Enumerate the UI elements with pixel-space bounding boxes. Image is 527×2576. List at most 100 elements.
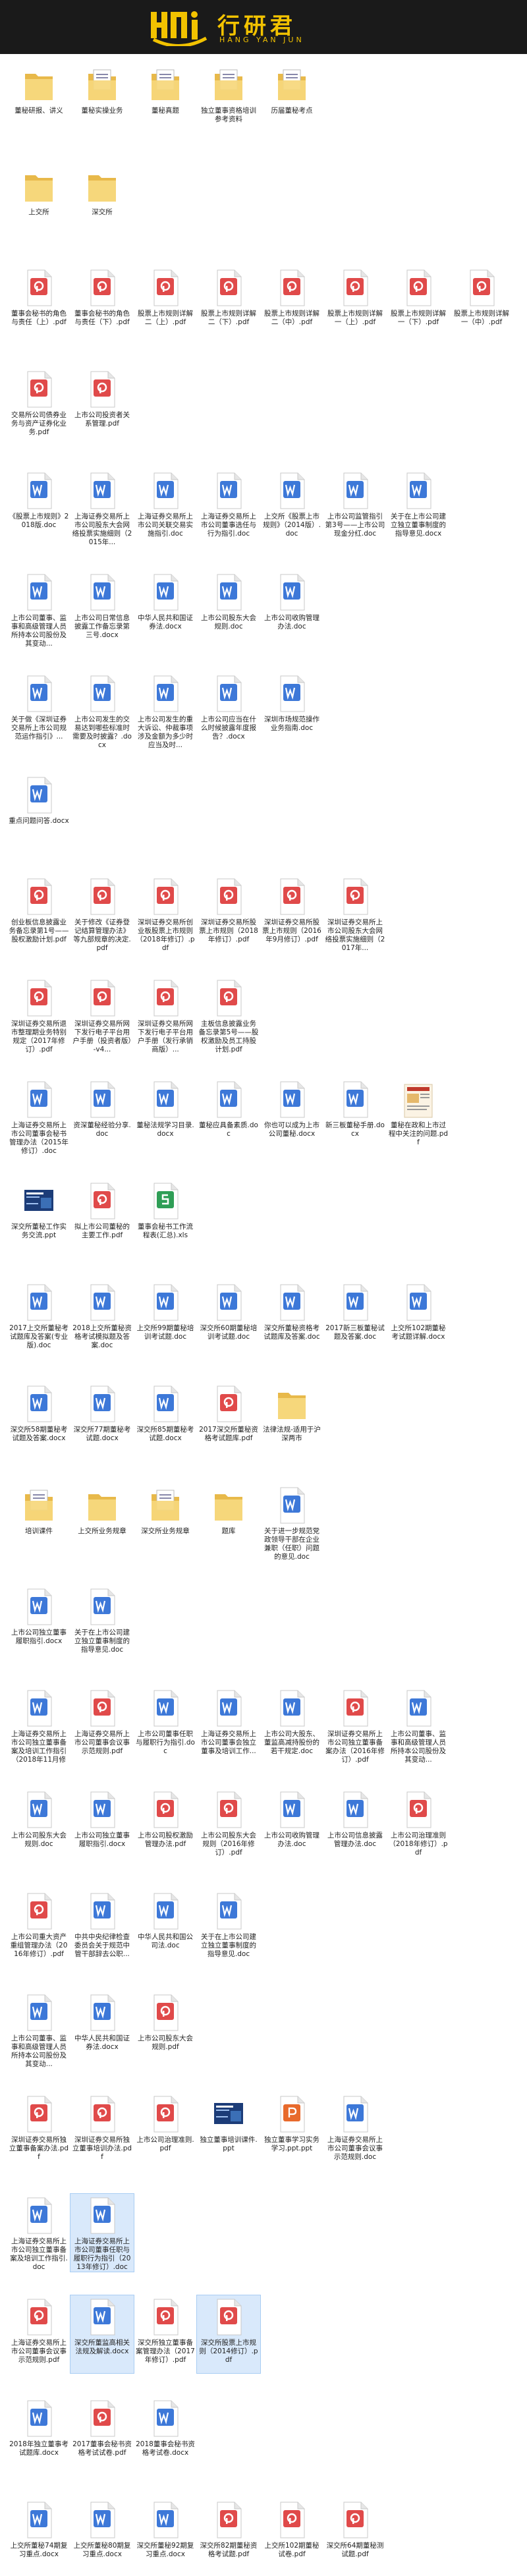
pdf-item[interactable]: 2017董事会秘书资格考试试卷.pdf bbox=[70, 2397, 134, 2475]
pdf-item[interactable]: 上市公司重大资产重组管理办法（2016年修订）.pdf bbox=[7, 1890, 70, 1967]
doc-item[interactable]: 上海证券交易所上市公司董事会独立董事及培训工作... bbox=[197, 1687, 260, 1764]
doc-item[interactable]: 深圳市场规范操作业务指南.doc bbox=[260, 672, 323, 750]
folder-item[interactable]: 董秘研报、讲义 bbox=[7, 63, 70, 141]
doc-item[interactable]: 中华人民共和国公司法.doc bbox=[134, 1890, 197, 1967]
pdf-item[interactable]: 上市公司投资者关系管理.pdf bbox=[70, 368, 134, 445]
pdf-item[interactable]: 上交所102期董秘试卷.pdf bbox=[260, 2498, 323, 2576]
doc-item[interactable]: 上海证券交易所上市公司关联交易实施指引.doc bbox=[134, 469, 197, 547]
doc-item[interactable]: 上市公司董事任职与履职行为指引.doc bbox=[134, 1687, 197, 1764]
doc-item[interactable]: 董秘应具备素质.doc bbox=[197, 1078, 260, 1156]
pdf-item[interactable]: 股票上市规则详解二（上）.pdf bbox=[134, 266, 197, 344]
pdf-item[interactable]: 深圳证券交易所独立董事培训办法.pdf bbox=[70, 2092, 134, 2170]
doc-item[interactable]: 上市公司股东大会规则.doc bbox=[197, 571, 260, 648]
doc-item[interactable]: 上市公司发生的重大诉讼、仲裁事项涉及金额为多少时应当及时... bbox=[134, 672, 197, 750]
xls-item[interactable]: 董事会秘书工作流程表(汇总).xls bbox=[134, 1179, 197, 1257]
doc-item[interactable]: 关于做《深圳证券交易所上市公司规范运作指引》... bbox=[7, 672, 70, 750]
doc-item[interactable]: 上海证券交易所上市公司董事选任与行为指引.doc bbox=[197, 469, 260, 547]
pdf-item[interactable]: 交易所公司债券业务与资产证券化业务.pdf bbox=[7, 368, 70, 445]
folder-item[interactable]: 上交所 bbox=[7, 165, 70, 242]
doc-item[interactable]: 上交所董秘80期复习重点.docx bbox=[70, 2498, 134, 2576]
pdf-item[interactable]: 股票上市规则详解一（中）.pdf bbox=[450, 266, 513, 344]
folder-item[interactable]: 题库 bbox=[197, 1484, 260, 1561]
doc-item[interactable]: 2017新三板董秘试题及答案.doc bbox=[323, 1281, 387, 1358]
doc-item[interactable]: 上海证券交易所上市公司股东大会网络投票实施细则（2015年... bbox=[70, 469, 134, 547]
pdf-item[interactable]: 股票上市规则详解一（上）.pdf bbox=[323, 266, 387, 344]
doc-item[interactable]: 关于在上市公司建立独立董事制度的指导意见.doc bbox=[70, 1585, 134, 1663]
doc-item[interactable]: 关于在上市公司建立独立董事制度的指导意见.docx bbox=[387, 469, 450, 547]
doc-item[interactable]: 上海证券交易所上市公司董事会议事示范规则.doc bbox=[323, 2092, 387, 2170]
pdf-item[interactable]: 股票上市规则详解二（中）.pdf bbox=[260, 266, 323, 344]
doc-item[interactable]: 上海证券交易所上市公司董事会秘书管理办法（2015年修订）.doc bbox=[7, 1078, 70, 1156]
pdf-item[interactable]: 主板信息披露业务备忘录第5号——股权激励及员工持股计划.pdf bbox=[197, 976, 260, 1054]
doc-item[interactable]: 中共中央纪律检查委员会关于规范中管干部辞去公职... bbox=[70, 1890, 134, 1967]
doc-item[interactable]: 上交所董秘74期复习重点.docx bbox=[7, 2498, 70, 2576]
doc-item[interactable]: 中华人民共和国证券法.docx bbox=[70, 1991, 134, 2069]
pdf-item[interactable]: 深圳证券交易所上市公司独立董事备案办法（2016年修订）.pdf bbox=[323, 1687, 387, 1764]
doc-item[interactable]: 董秘法规学习目录.docx bbox=[134, 1078, 197, 1156]
doc-item[interactable]: 深交所85期董秘考试题.docx bbox=[134, 1382, 197, 1460]
doc-item[interactable]: 上市公司大股东、董监高减持股份的若干规定.doc bbox=[260, 1687, 323, 1764]
doc-item[interactable]: 上市公司独立董事履职指引.docx bbox=[70, 1788, 134, 1866]
doc-item[interactable]: 关于进一步规范党政领导干部在企业兼职（任职）问题的意见.doc bbox=[260, 1484, 323, 1561]
folder-item[interactable]: 深交所业务规章 bbox=[134, 1484, 197, 1561]
doc-item[interactable]: 2018上交所董秘资格考试模拟题及答案.doc bbox=[70, 1281, 134, 1358]
pdf-item[interactable]: 深交所股票上市规则（2014修订）.pdf bbox=[196, 2295, 261, 2374]
doc-item[interactable]: 上市公司监管指引第3号——上市公司现金分红.doc bbox=[323, 469, 387, 547]
ppt-item[interactable]: 独立董事培训课件.ppt bbox=[197, 2092, 260, 2170]
pdf-item[interactable]: 深圳证券交易所创业板股票上市规则（2018年修订）.pdf bbox=[134, 875, 197, 953]
doc-item[interactable]: 上交所99期董秘培训考试题.doc bbox=[134, 1281, 197, 1358]
folder-item[interactable]: 历届董秘考点 bbox=[260, 63, 323, 141]
pdf-item[interactable]: 董事会秘书的角色与责任（上）.pdf bbox=[7, 266, 70, 344]
pdf-item[interactable]: 深圳证券交易所股票上市规则（2016年9月修订）.pdf bbox=[260, 875, 323, 953]
pdf-item[interactable]: 上市公司股权激励管理办法.pdf bbox=[134, 1788, 197, 1866]
folder-item[interactable]: 董秘实操业务 bbox=[70, 63, 134, 141]
doc-item[interactable]: 上市公司独立董事履职指引.docx bbox=[7, 1585, 70, 1663]
doc-item[interactable]: 深交所董秘资格考试题库及答案.doc bbox=[260, 1281, 323, 1358]
pdf-item[interactable]: 拟上市公司董秘的主要工作.pdf bbox=[70, 1179, 134, 1257]
pdf-item[interactable]: 上市公司股东大会规则（2016年修订）.pdf bbox=[197, 1788, 260, 1866]
pdf-item[interactable]: 深圳证券交易所退市整理期业务特别规定（2017年修订）.pdf bbox=[7, 976, 70, 1054]
pdf-item[interactable]: 股票上市规则详解二（下）.pdf bbox=[197, 266, 260, 344]
doc-item[interactable]: 2018董事会秘书资格考试卷.docx bbox=[134, 2397, 197, 2475]
pdf-item[interactable]: 深圳证券交易所股票上市规则（2018年修订）.pdf bbox=[197, 875, 260, 953]
doc-item[interactable]: 上市公司发生的交易达到哪些标准时需要及时披露？.docx bbox=[70, 672, 134, 750]
doc-item[interactable]: 深交所60期董秘培训考试题.doc bbox=[197, 1281, 260, 1358]
pdf-item[interactable]: 上市公司治理准则.pdf bbox=[134, 2092, 197, 2170]
doc-item[interactable]: 中华人民共和国证券法.docx bbox=[134, 571, 197, 648]
doc-item[interactable]: 上市公司董事、监事和高级管理人员所持本公司股份及其变动... bbox=[7, 571, 70, 648]
doc-item[interactable]: 关于在上市公司建立独立董事制度的指导意见.doc bbox=[197, 1890, 260, 1967]
doc-item[interactable]: 深交所77期董秘考试题.docx bbox=[70, 1382, 134, 1460]
pdf-item[interactable]: 深交所82期董秘资格考试题.pdf bbox=[197, 2498, 260, 2576]
ppt-item[interactable]: 深交所董秘工作实务交流.ppt bbox=[7, 1179, 70, 1257]
doc-item[interactable]: 上市公司收购管理办法.doc bbox=[260, 1788, 323, 1866]
pdf-item[interactable]: 上海证券交易所上市公司董事会议事示范规则.pdf bbox=[70, 1687, 134, 1764]
doc-item[interactable]: 2018年独立董事考试题库.docx bbox=[7, 2397, 70, 2475]
doc-item[interactable]: 你也可以成为上市公司董秘.docx bbox=[260, 1078, 323, 1156]
doc-item[interactable]: 上海证券交易所上市公司独立董事备案及培训工作指引（2018年11月修订）.doc bbox=[7, 1687, 70, 1764]
pdf-item[interactable]: 深交所64期董秘测试题.pdf bbox=[323, 2498, 387, 2576]
ppt-item[interactable]: 独立董事学习实务学习.ppt.ppt bbox=[260, 2092, 323, 2170]
pdf-item[interactable]: 上海证券交易所上市公司董事会议事示范规则.pdf bbox=[7, 2295, 70, 2373]
doc-item[interactable]: 《股票上市规则》2018版.doc bbox=[7, 469, 70, 547]
doc-item[interactable]: 上市公司股东大会规则.doc bbox=[7, 1788, 70, 1866]
doc-item[interactable]: 上海证券交易所上市公司董事任职与履职行为指引（2013年修订）.doc bbox=[70, 2193, 134, 2272]
doc-item[interactable]: 2017上交所董秘考试题库及答案(专业版).doc bbox=[7, 1281, 70, 1358]
doc-item[interactable]: 上市公司董事、监事和高级管理人员所持本公司股份及其变动... bbox=[387, 1687, 450, 1764]
folder-item[interactable]: 独立董事资格培训参考资料 bbox=[197, 63, 260, 141]
pdf-item[interactable]: 深圳证券交易所上市公司股东大会网络投票实施细则（2017年... bbox=[323, 875, 387, 953]
pdf-item[interactable]: 2017深交所董秘资格考试题库.pdf bbox=[197, 1382, 260, 1460]
doc-item[interactable]: 上交所《股票上市规则》（2014版）.doc bbox=[260, 469, 323, 547]
folder-item[interactable]: 上交所业务规章 bbox=[70, 1484, 134, 1561]
doc-item[interactable]: 上市公司收购管理办法.doc bbox=[260, 571, 323, 648]
pdf-item[interactable]: 深圳证券交易所网下发行电子平台用户手册（发行承销商版）... bbox=[134, 976, 197, 1054]
pdf-item[interactable]: 上市公司治理准则（2018年修订）.pdf bbox=[387, 1788, 450, 1866]
doc-item[interactable]: 资深董秘经验分享.doc bbox=[70, 1078, 134, 1156]
pdf-item[interactable]: 深交所独立董事备案管理办法（2017年修订）.pdf bbox=[134, 2295, 197, 2373]
doc-item[interactable]: 新三板董秘手册.docx bbox=[323, 1078, 387, 1156]
doc-item[interactable]: 重点问题问答.docx bbox=[7, 773, 70, 851]
doc-item[interactable]: 上海证券交易所上市公司独立董事备案及培训工作指引.doc bbox=[7, 2194, 70, 2272]
folder-item[interactable]: 法律法规-适用于沪深两市 bbox=[260, 1382, 323, 1460]
pdf-item[interactable]: 深圳证券交易所网下发行电子平台用户手册（投资者版）-v4... bbox=[70, 976, 134, 1054]
pdf-item[interactable]: 创业板信息披露业务备忘录第1号——股权激励计划.pdf bbox=[7, 875, 70, 953]
doc-item[interactable]: 深交所58期董秘考试题及答案.docx bbox=[7, 1382, 70, 1460]
